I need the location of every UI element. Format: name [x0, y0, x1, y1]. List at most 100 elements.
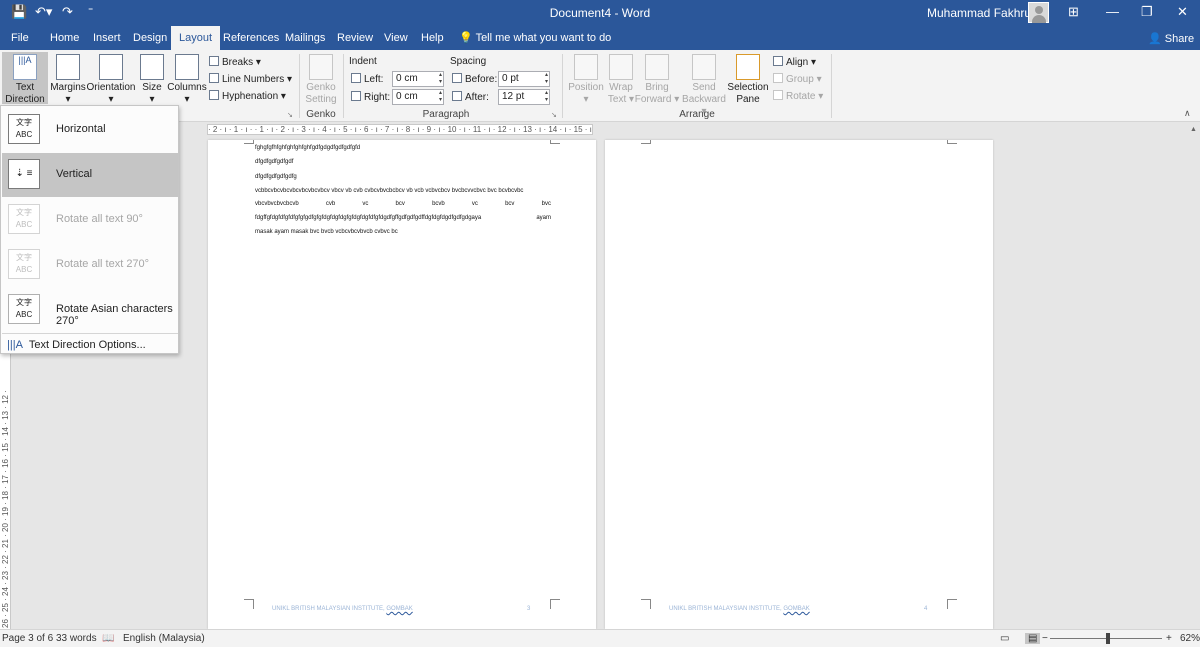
columns-button[interactable]: Columns ▾: [167, 54, 207, 106]
menu-item-vertical[interactable]: ⇣ ≡ Vertical: [2, 153, 178, 197]
page-footer[interactable]: UNIKL BRITISH MALAYSIAN INSTITUTE, GOMBA…: [669, 606, 810, 612]
group-label: Group: [786, 74, 814, 85]
document-page-4[interactable]: UNIKL BRITISH MALAYSIAN INSTITUTE, GOMBA…: [605, 140, 993, 629]
word: bcv: [395, 201, 405, 207]
tab-help[interactable]: Help: [421, 32, 444, 44]
spacing-before-input[interactable]: 0 pt ▴ ▾: [498, 71, 550, 87]
bring-forward-button: Bring Forward ▾: [634, 54, 680, 106]
text-direction-options-icon: |||A: [7, 339, 23, 351]
document-line[interactable]: masak ayam masak bvc bvcb vcbcvbcvbvcb c…: [255, 229, 398, 235]
document-line[interactable]: dfgdfgdfgdfgdf: [255, 159, 293, 165]
language[interactable]: English (Malaysia): [123, 633, 205, 644]
ribbon-display-options-icon[interactable]: ⊞: [1068, 4, 1079, 20]
document-line[interactable]: vcbbcvbcvbcvbcvbcvbcvbcv vbcv vb cvb cvb…: [255, 188, 523, 194]
menu-item-label: Rotate Asian characters 270°: [56, 303, 173, 327]
line-numbers-button[interactable]: Line Numbers ▾: [209, 73, 292, 85]
document-line[interactable]: fghgfgfhfghfghfghfghfgdfgdgdfgdfgdfgfd: [255, 145, 360, 151]
tab-design[interactable]: Design: [133, 32, 167, 44]
title-bar: 💾 ↶▾ ↷ ⁼ Document4 - Word Muhammad Fakhr…: [0, 0, 1200, 26]
minimize-icon[interactable]: —: [1106, 4, 1119, 19]
document-line-justified[interactable]: vbcvbvcbvcbcvb cvb vc bcv bcvb vc bcv bv…: [255, 201, 551, 207]
selection-pane-button[interactable]: Selection Pane: [727, 54, 769, 106]
person-icon: 👤: [1148, 33, 1162, 45]
page-footer[interactable]: UNIKL BRITISH MALAYSIAN INSTITUTE, GOMBA…: [272, 606, 413, 612]
ribbon-tabs: File Home Insert Design Layout Reference…: [0, 26, 1200, 50]
page-corner-mark: [550, 599, 560, 609]
hyphenation-button[interactable]: Hyphenation ▾: [209, 90, 286, 102]
tell-me-box[interactable]: 💡 Tell me what you want to do: [459, 31, 611, 44]
text-direction-button[interactable]: |||A Text Direction ▾: [2, 52, 48, 117]
word: cvb: [325, 201, 336, 207]
orientation-button[interactable]: Orientation ▾: [86, 54, 136, 106]
genko-label-2: Setting: [305, 94, 337, 105]
paragraph-launcher-icon[interactable]: ↘: [551, 111, 557, 119]
proofing-icon[interactable]: 📖: [102, 633, 114, 644]
tab-file[interactable]: File: [11, 32, 29, 44]
tab-layout[interactable]: Layout: [171, 26, 221, 50]
word-count[interactable]: 33 words: [56, 633, 97, 644]
tab-mailings[interactable]: Mailings: [285, 32, 325, 44]
text-direction-label-1: Text: [15, 82, 35, 93]
zoom-in-icon[interactable]: +: [1166, 633, 1172, 644]
align-button[interactable]: Align ▾: [773, 56, 816, 68]
tab-insert[interactable]: Insert: [93, 32, 121, 44]
vertical-ruler[interactable]: 26 · 25 · 24 · 23 · 22 · 21 · 20 · 19 · …: [0, 354, 11, 630]
word: vc: [362, 201, 369, 207]
close-icon[interactable]: ✕: [1177, 4, 1188, 20]
menu-item-rotate-asian-270[interactable]: 文字 ABC Rotate Asian characters 270°: [2, 288, 178, 332]
zoom-level[interactable]: 62%: [1180, 633, 1200, 644]
document-line[interactable]: dfgdfgdfgdfgdfg: [255, 174, 297, 180]
menu-item-horizontal[interactable]: 文字 ABC Horizontal: [2, 108, 178, 152]
rotate-90-icon: 文字 ABC: [8, 204, 40, 234]
indent-right-input[interactable]: 0 cm ▴ ▾: [392, 89, 444, 105]
align-icon: [773, 56, 783, 66]
menu-item-text-direction-options[interactable]: |||A Text Direction Options...: [7, 339, 146, 351]
separator: [299, 54, 300, 118]
document-page-3[interactable]: fghgfgfhfghfghfghfghfgdfgdgdfgdfgdfgfd d…: [208, 140, 596, 629]
spinner-icon[interactable]: ▴ ▾: [545, 72, 548, 86]
print-layout-icon[interactable]: ▤: [1025, 633, 1041, 644]
spacing-after-input[interactable]: 12 pt ▴ ▾: [498, 89, 550, 105]
rotate-button: Rotate ▾: [773, 90, 823, 102]
vertical-scrollbar[interactable]: ▲: [1187, 124, 1200, 629]
text-direction-menu: 文字 ABC Horizontal ⇣ ≡ Vertical 文字 ABC Ro…: [0, 105, 179, 354]
separator: [343, 54, 344, 118]
tab-references[interactable]: References: [223, 32, 279, 44]
breaks-button[interactable]: Breaks ▾: [209, 56, 261, 68]
collapse-ribbon-icon[interactable]: ∧: [1184, 108, 1191, 119]
margins-button[interactable]: Margins ▾: [50, 54, 86, 106]
spinner-icon[interactable]: ▴ ▾: [545, 90, 548, 104]
spinner-icon[interactable]: ▴ ▾: [439, 90, 442, 104]
scroll-up-icon[interactable]: ▲: [1190, 126, 1197, 133]
share-label: Share: [1164, 33, 1195, 45]
status-bar: Page 3 of 6 33 words 📖 English (Malaysia…: [0, 629, 1200, 647]
position-button: Position ▾: [566, 54, 606, 106]
restore-icon[interactable]: ❐: [1141, 4, 1153, 20]
spinner-icon[interactable]: ▴ ▾: [439, 72, 442, 86]
horizontal-text-icon: 文字 ABC: [8, 114, 40, 144]
tab-home[interactable]: Home: [50, 32, 79, 44]
share-button[interactable]: 👤 Share: [1148, 32, 1194, 45]
line-numbers-label: Line Numbers: [222, 74, 285, 85]
indent-left-input[interactable]: 0 cm ▴ ▾: [392, 71, 444, 87]
page-setup-launcher-icon[interactable]: ↘: [287, 111, 293, 119]
zoom-out-icon[interactable]: −: [1042, 633, 1048, 644]
group-icon: [773, 73, 783, 83]
hyphenation-label: Hyphenation: [222, 91, 279, 102]
size-button[interactable]: Size ▾: [138, 54, 166, 106]
breaks-label: Breaks: [222, 57, 254, 68]
zoom-slider-thumb[interactable]: [1106, 633, 1110, 644]
page-count[interactable]: Page 3 of 6: [2, 633, 53, 644]
page-corner-mark: [550, 140, 560, 144]
tab-view[interactable]: View: [384, 32, 408, 44]
avatar[interactable]: [1028, 2, 1049, 23]
page-number: 3: [527, 606, 531, 612]
tab-review[interactable]: Review: [337, 32, 373, 44]
document-line[interactable]: fdgffgfdgfdfgfdfgfgfgdfgfgfdgfdgfdgfgfdg…: [255, 215, 551, 221]
read-mode-icon[interactable]: ▭: [1000, 633, 1009, 644]
menu-separator: [2, 333, 178, 334]
genko-setting-button: Genko Setting: [302, 54, 340, 106]
spacing-heading: Spacing: [450, 56, 487, 67]
horizontal-ruler[interactable]: · 2 · ı · 1 · ı · · 1 · ı · 2 · ı · 3 · …: [207, 124, 593, 135]
menu-item-label: Rotate all text 90°: [56, 213, 143, 225]
